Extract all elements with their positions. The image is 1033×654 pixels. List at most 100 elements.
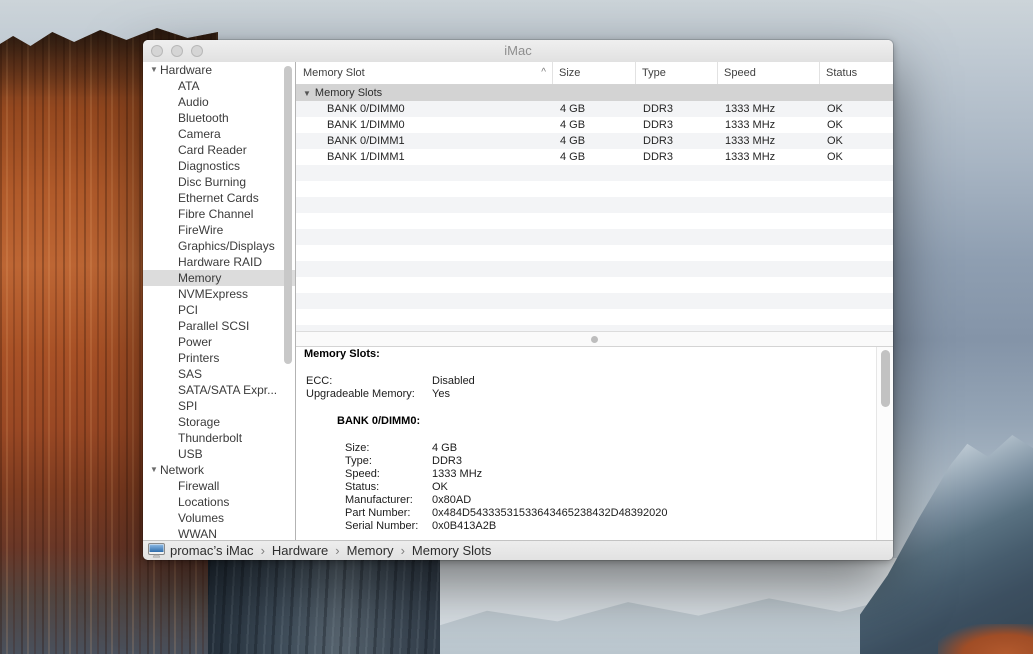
detail-pane: Memory Slots: ECC:DisabledUpgradeable Me… bbox=[296, 347, 893, 540]
memory-slot-table: ▼ Memory Slots BANK 0/DIMM04 GBDDR31333 … bbox=[296, 85, 893, 331]
sidebar-item-camera[interactable]: Camera bbox=[143, 126, 295, 142]
sidebar-item-label: SAS bbox=[178, 366, 202, 382]
detail-value: 1333 MHz bbox=[432, 468, 482, 480]
sidebar-item-label: FireWire bbox=[178, 222, 223, 238]
sidebar-item-printers[interactable]: Printers bbox=[143, 350, 295, 366]
table-row-bank-1-dimm1[interactable]: BANK 1/DIMM14 GBDDR31333 MHzOK bbox=[296, 149, 893, 165]
table-row-bank-0-dimm1[interactable]: BANK 0/DIMM14 GBDDR31333 MHzOK bbox=[296, 133, 893, 149]
sidebar-item-diagnostics[interactable]: Diagnostics bbox=[143, 158, 295, 174]
cell-slot: BANK 0/DIMM0 bbox=[296, 101, 553, 117]
sidebar-item-label: Storage bbox=[178, 414, 220, 430]
sidebar-item-label: Camera bbox=[178, 126, 221, 142]
sidebar-item-label: Thunderbolt bbox=[178, 430, 242, 446]
sidebar-item-ethernet-cards[interactable]: Ethernet Cards bbox=[143, 190, 295, 206]
column-header-size[interactable]: Size bbox=[553, 62, 636, 84]
sidebar-item-spi[interactable]: SPI bbox=[143, 398, 295, 414]
sidebar-item-memory[interactable]: Memory bbox=[143, 270, 295, 286]
splitter-handle-icon[interactable] bbox=[591, 336, 598, 343]
sidebar-item-pci[interactable]: PCI bbox=[143, 302, 295, 318]
cell-type: DDR3 bbox=[636, 149, 718, 165]
sidebar-section-network[interactable]: ▼Network bbox=[143, 462, 295, 478]
sidebar-item-locations[interactable]: Locations bbox=[143, 494, 295, 510]
breadcrumb-separator: › bbox=[401, 543, 405, 558]
cell-size: 4 GB bbox=[553, 117, 636, 133]
detail-bank-heading: BANK 0/DIMM0: bbox=[296, 415, 893, 428]
table-row-bank-1-dimm0[interactable]: BANK 1/DIMM04 GBDDR31333 MHzOK bbox=[296, 117, 893, 133]
wallpaper-trees bbox=[938, 624, 1033, 654]
cell-size: 4 GB bbox=[553, 133, 636, 149]
sidebar-item-bluetooth[interactable]: Bluetooth bbox=[143, 110, 295, 126]
sidebar-item-label: Printers bbox=[178, 350, 219, 366]
detail-row-serial-number: Serial Number:0x0B413A2B bbox=[296, 520, 893, 533]
column-header-status[interactable]: Status bbox=[820, 62, 893, 84]
content-pane: Memory Slot ^ Size Type Speed Status ▼ M… bbox=[296, 62, 893, 540]
table-group-row[interactable]: ▼ Memory Slots bbox=[296, 85, 893, 101]
detail-value: 0x0B413A2B bbox=[432, 520, 496, 532]
sidebar-item-label: Card Reader bbox=[178, 142, 247, 158]
sidebar-item-fibre-channel[interactable]: Fibre Channel bbox=[143, 206, 295, 222]
pane-splitter[interactable] bbox=[296, 331, 893, 347]
cell-slot: BANK 1/DIMM0 bbox=[296, 117, 553, 133]
sidebar-item-power[interactable]: Power bbox=[143, 334, 295, 350]
cell-speed: 1333 MHz bbox=[718, 101, 820, 117]
detail-scrollbar-thumb[interactable] bbox=[881, 350, 890, 407]
wallpaper-rock-pillar bbox=[208, 552, 448, 654]
wallpaper-misty-valley bbox=[440, 558, 910, 654]
sidebar-item-hardware-raid[interactable]: Hardware RAID bbox=[143, 254, 295, 270]
cell-status: OK bbox=[820, 101, 893, 117]
sidebar-item-nvmexpress[interactable]: NVMExpress bbox=[143, 286, 295, 302]
cell-type: DDR3 bbox=[636, 101, 718, 117]
sidebar-item-sas[interactable]: SAS bbox=[143, 366, 295, 382]
sidebar-item-audio[interactable]: Audio bbox=[143, 94, 295, 110]
sidebar-item-firewall[interactable]: Firewall bbox=[143, 478, 295, 494]
sidebar-section-label: Hardware bbox=[160, 62, 212, 78]
sidebar-item-card-reader[interactable]: Card Reader bbox=[143, 142, 295, 158]
sidebar-item-volumes[interactable]: Volumes bbox=[143, 510, 295, 526]
sidebar-item-label: Firewall bbox=[178, 478, 219, 494]
sidebar-section-label: Network bbox=[160, 462, 204, 478]
sidebar-item-parallel-scsi[interactable]: Parallel SCSI bbox=[143, 318, 295, 334]
cell-type: DDR3 bbox=[636, 117, 718, 133]
detail-label: ECC: bbox=[306, 375, 432, 388]
detail-row-manufacturer: Manufacturer:0x80AD bbox=[296, 494, 893, 507]
sidebar-item-firewire[interactable]: FireWire bbox=[143, 222, 295, 238]
sidebar-item-disc-burning[interactable]: Disc Burning bbox=[143, 174, 295, 190]
detail-label: Size: bbox=[345, 442, 432, 455]
disclosure-triangle-icon[interactable]: ▼ bbox=[150, 62, 160, 78]
column-header-memory-slot[interactable]: Memory Slot ^ bbox=[296, 62, 553, 84]
sidebar-item-thunderbolt[interactable]: Thunderbolt bbox=[143, 430, 295, 446]
sidebar-item-wwan[interactable]: WWAN bbox=[143, 526, 295, 540]
detail-label: Part Number: bbox=[345, 507, 432, 520]
column-header-speed[interactable]: Speed bbox=[718, 62, 820, 84]
sidebar-section-hardware[interactable]: ▼Hardware bbox=[143, 62, 295, 78]
detail-scrollbar-track[interactable] bbox=[876, 347, 893, 540]
sidebar-item-label: Locations bbox=[178, 494, 229, 510]
sidebar-item-sata-sata-expr[interactable]: SATA/SATA Expr... bbox=[143, 382, 295, 398]
sidebar-item-ata[interactable]: ATA bbox=[143, 78, 295, 94]
cell-speed: 1333 MHz bbox=[718, 117, 820, 133]
sidebar-item-label: Diagnostics bbox=[178, 158, 240, 174]
sidebar-item-label: Parallel SCSI bbox=[178, 318, 249, 334]
sidebar-item-storage[interactable]: Storage bbox=[143, 414, 295, 430]
detail-row-type: Type:DDR3 bbox=[296, 455, 893, 468]
sidebar-item-label: Disc Burning bbox=[178, 174, 246, 190]
detail-value: Yes bbox=[432, 388, 450, 400]
detail-value: Disabled bbox=[432, 375, 475, 387]
sidebar-item-label: NVMExpress bbox=[178, 286, 248, 302]
titlebar[interactable]: iMac bbox=[143, 40, 893, 63]
sidebar-item-label: Volumes bbox=[178, 510, 224, 526]
sidebar-item-label: ATA bbox=[178, 78, 200, 94]
column-header-type[interactable]: Type bbox=[636, 62, 718, 84]
detail-label: Type: bbox=[345, 455, 432, 468]
breadcrumb-item-memory: Memory bbox=[347, 543, 394, 558]
detail-bank-rows: Size:4 GBType:DDR3Speed:1333 MHzStatus:O… bbox=[296, 442, 893, 533]
cell-status: OK bbox=[820, 133, 893, 149]
sidebar-item-graphics-displays[interactable]: Graphics/Displays bbox=[143, 238, 295, 254]
table-row-bank-0-dimm0[interactable]: BANK 0/DIMM04 GBDDR31333 MHzOK bbox=[296, 101, 893, 117]
disclosure-triangle-icon[interactable]: ▼ bbox=[150, 462, 160, 478]
status-bar: promac’s iMac›Hardware›Memory›Memory Slo… bbox=[143, 540, 893, 560]
group-row-label: Memory Slots bbox=[315, 87, 382, 99]
sidebar-scrollbar-thumb[interactable] bbox=[284, 66, 292, 364]
sidebar-item-usb[interactable]: USB bbox=[143, 446, 295, 462]
disclosure-triangle-icon[interactable]: ▼ bbox=[303, 89, 311, 98]
